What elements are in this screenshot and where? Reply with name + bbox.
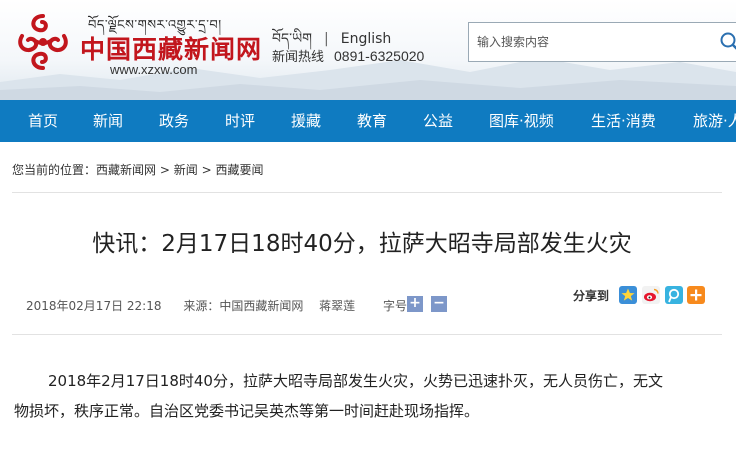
article-date: 2018年02月17日 22:18 — [26, 299, 162, 313]
main-nav: 首页 新闻 政务 时评 援藏 教育 公益 图库·视频 生活·消费 旅游·人 — [0, 100, 736, 142]
hotline-number: 0891-6325020 — [334, 48, 425, 64]
search-box — [468, 22, 736, 62]
breadcrumb-item-tibet-news[interactable]: 西藏要闻 — [215, 163, 263, 177]
article-source[interactable]: 中国西藏新闻网 — [219, 299, 303, 313]
hotline-label: 新闻热线 — [272, 50, 325, 65]
site-header: བོད་ལྗོངས་གསར་འགྱུར་དྲ་བ། 中国西藏新闻网 www.xz… — [0, 0, 736, 100]
nav-aid-tibet[interactable]: 援藏 — [291, 100, 321, 142]
nav-home[interactable]: 首页 — [28, 100, 58, 142]
english-language-link[interactable]: English — [341, 31, 392, 47]
nav-news[interactable]: 新闻 — [93, 100, 123, 142]
divider — [12, 192, 722, 193]
nav-government[interactable]: 政务 — [159, 100, 189, 142]
article-meta: 2018年02月17日 22:18 来源：中国西藏新闻网 蒋翠莲 字号： — [26, 297, 419, 314]
nav-charity[interactable]: 公益 — [423, 100, 453, 142]
search-input[interactable] — [469, 23, 725, 61]
nav-commentary[interactable]: 时评 — [225, 100, 255, 142]
article-body: 2018年2月17日18时40分，拉萨大昭寺局部发生火灾，火势已迅速扑灭，无人员… — [14, 366, 688, 426]
language-separator: | — [324, 31, 329, 47]
nav-education[interactable]: 教育 — [357, 100, 387, 142]
breadcrumb-separator: > — [159, 163, 170, 177]
nav-travel[interactable]: 旅游·人 — [693, 100, 736, 142]
article-author: 蒋翠莲 — [319, 299, 356, 313]
nav-life-consumption[interactable]: 生活·消费 — [591, 100, 656, 142]
news-hotline: 新闻热线 0891-6325020 — [272, 46, 424, 65]
weibo-share-icon[interactable] — [642, 286, 660, 304]
breadcrumb-separator: > — [201, 163, 212, 177]
font-increase-button[interactable]: + — [407, 296, 423, 312]
breadcrumb: 您当前的位置：西藏新闻网 > 新闻 > 西藏要闻 — [12, 161, 264, 178]
tibetan-language-link[interactable]: བོད་ཡིག — [272, 31, 312, 47]
divider — [12, 334, 722, 335]
tencent-weibo-share-icon[interactable] — [665, 286, 683, 304]
site-name[interactable]: 中国西藏新闻网 — [80, 30, 262, 66]
qzone-share-icon[interactable] — [619, 286, 637, 304]
article-title: 快讯：2月17日18时40分，拉萨大昭寺局部发生火灾 — [92, 231, 632, 257]
share-label: 分享到 — [573, 289, 610, 303]
logo-icon[interactable] — [12, 10, 74, 74]
search-icon[interactable] — [719, 31, 736, 53]
breadcrumb-item-news[interactable]: 新闻 — [174, 163, 198, 177]
breadcrumb-item-home[interactable]: 西藏新闻网 — [96, 163, 156, 177]
article-paragraph-line-2: 物损坏，秩序正常。自治区党委书记吴英杰等第一时间赶赴现场指挥。 — [14, 402, 480, 420]
site-url: www.xzxw.com — [110, 62, 198, 77]
article-paragraph-line-1: 2018年2月17日18时40分，拉萨大昭寺局部发生火灾，火势已迅速扑灭，无人员… — [48, 372, 663, 390]
nav-gallery-video[interactable]: 图库·视频 — [489, 100, 554, 142]
more-share-icon[interactable] — [687, 286, 705, 304]
breadcrumb-prefix: 您当前的位置： — [12, 163, 97, 177]
source-label: 来源： — [183, 299, 220, 313]
font-decrease-button[interactable]: − — [431, 296, 447, 312]
